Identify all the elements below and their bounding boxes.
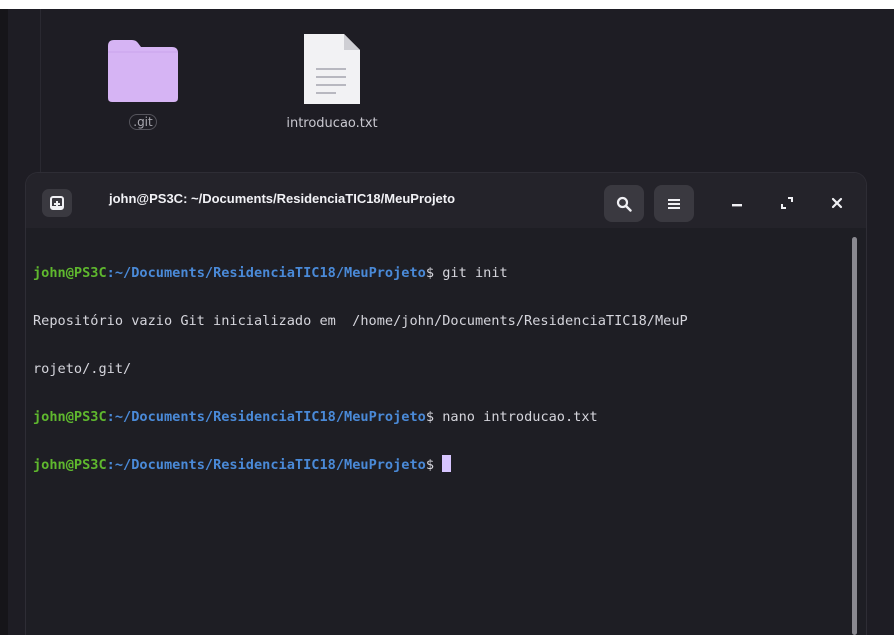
minimize-icon (732, 204, 742, 207)
terminal-line: john@PS3C:~/Documents/ResidenciaTIC18/Me… (33, 405, 848, 429)
prompt-path: ~/Documents/ResidenciaTIC18/MeuProjeto (114, 265, 426, 281)
terminal-line: john@PS3C:~/Documents/ResidenciaTIC18/Me… (33, 453, 848, 477)
file-label: .git (129, 114, 157, 130)
file-item-introducao[interactable]: introducao.txt (272, 32, 392, 131)
menu-button[interactable] (654, 185, 694, 222)
text-cursor (442, 455, 452, 472)
command-text: nano introducao.txt (434, 409, 598, 425)
close-icon (831, 197, 843, 209)
left-edge (0, 9, 8, 635)
command-text (434, 457, 442, 473)
close-button[interactable] (823, 189, 851, 217)
maximize-button[interactable] (773, 189, 801, 217)
file-item-git[interactable]: .git (105, 38, 181, 130)
desktop-divider (40, 9, 41, 179)
prompt-separator: : (106, 457, 115, 473)
terminal-window[interactable]: john@PS3C: ~/Documents/ResidenciaTIC18/M… (26, 173, 866, 635)
terminal-line: john@PS3C:~/Documents/ResidenciaTIC18/Me… (33, 261, 848, 285)
prompt-user: john@PS3C (33, 409, 107, 425)
search-icon (616, 196, 632, 212)
prompt-path: ~/Documents/ResidenciaTIC18/MeuProjeto (114, 457, 426, 473)
output-text: Repositório vazio Git inicializado em /h… (33, 313, 688, 329)
prompt-symbol: $ (425, 457, 435, 473)
prompt-path: ~/Documents/ResidenciaTIC18/MeuProjeto (114, 409, 426, 425)
command-text: git init (434, 265, 508, 281)
output-text: rojeto/.git/ (33, 361, 132, 377)
text-file-icon (304, 34, 360, 104)
prompt-user: john@PS3C (33, 457, 107, 473)
file-label: introducao.txt (286, 116, 378, 131)
terminal-titlebar[interactable]: john@PS3C: ~/Documents/ResidenciaTIC18/M… (26, 173, 866, 228)
terminal-line: rojeto/.git/ (33, 357, 848, 381)
prompt-symbol: $ (425, 409, 435, 425)
maximize-icon (781, 197, 793, 209)
search-button[interactable] (604, 185, 644, 222)
terminal-content[interactable]: john@PS3C:~/Documents/ResidenciaTIC18/Me… (33, 237, 848, 525)
prompt-user: john@PS3C (33, 265, 107, 281)
hamburger-menu-icon (668, 198, 680, 209)
terminal-line: Repositório vazio Git inicializado em /h… (33, 309, 848, 333)
top-edge (0, 0, 894, 9)
folder-icon (108, 40, 178, 102)
prompt-separator: : (106, 409, 115, 425)
new-tab-icon (50, 196, 64, 210)
scrollbar[interactable] (852, 237, 857, 635)
minimize-button[interactable] (723, 189, 751, 217)
window-title: john@PS3C: ~/Documents/ResidenciaTIC18/M… (109, 191, 456, 206)
new-tab-button[interactable] (42, 189, 72, 217)
prompt-separator: : (106, 265, 115, 281)
prompt-symbol: $ (425, 265, 435, 281)
